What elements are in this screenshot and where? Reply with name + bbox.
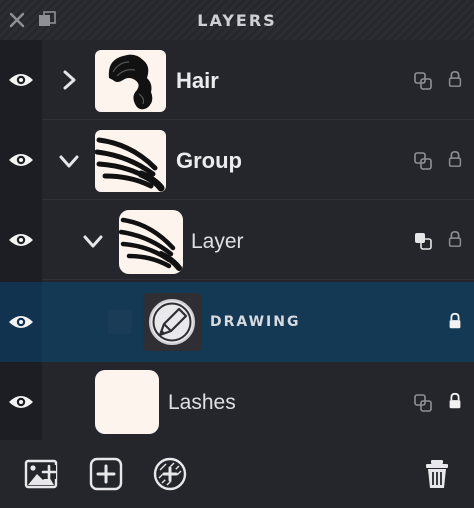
eye-icon: [9, 154, 33, 166]
layers-panel: LAYERS Hair Group Layer DRAWING Lashes: [0, 0, 474, 508]
panel-header: LAYERS: [0, 0, 474, 40]
layer-row-lashes[interactable]: Lashes: [0, 362, 474, 442]
layer-name: DRAWING: [210, 314, 301, 330]
layer-name: Lashes: [168, 391, 236, 414]
visibility-toggle[interactable]: [0, 120, 42, 200]
visibility-toggle[interactable]: [0, 282, 42, 362]
chevron-down-icon[interactable]: [58, 150, 80, 172]
layer-name: Hair: [176, 68, 219, 93]
unlock-icon[interactable]: [446, 230, 464, 248]
eye-icon: [9, 74, 33, 86]
add-group-icon[interactable]: [153, 457, 187, 491]
chevron-down-icon[interactable]: [82, 230, 104, 252]
eye-icon: [9, 234, 33, 246]
visibility-toggle[interactable]: [0, 40, 42, 120]
layer-thumbnail-group: [95, 130, 166, 192]
lashes-thumbnail-icon: [95, 137, 165, 192]
eye-icon: [9, 396, 33, 408]
row-divider: [42, 279, 474, 280]
layer-thumbnail-drawing: [143, 293, 201, 351]
layer-checkbox[interactable]: [108, 310, 132, 334]
unlock-icon[interactable]: [446, 70, 464, 88]
add-image-icon[interactable]: [24, 457, 58, 491]
layer-thumbnail-hair: [95, 50, 166, 112]
trash-icon[interactable]: [420, 457, 454, 491]
mask-layers-icon[interactable]: [414, 232, 432, 250]
layer-row-drawing[interactable]: DRAWING: [0, 282, 474, 362]
eye-icon: [9, 316, 33, 328]
lock-icon[interactable]: [446, 392, 464, 410]
visibility-toggle[interactable]: [0, 362, 42, 442]
pencil-icon: [149, 299, 195, 345]
layer-row-group[interactable]: Group: [0, 120, 474, 200]
lock-icon[interactable]: [446, 312, 464, 330]
link-layers-icon[interactable]: [414, 152, 432, 170]
link-layers-icon[interactable]: [414, 394, 432, 412]
lashes-thumbnail-icon: [119, 217, 182, 271]
layers-toolbar: [0, 440, 474, 508]
hair-thumbnail-icon: [108, 54, 153, 110]
layer-row-layer[interactable]: Layer: [0, 200, 474, 280]
layer-name: Layer: [191, 230, 244, 253]
chevron-right-icon[interactable]: [58, 69, 80, 91]
layer-row-hair[interactable]: Hair: [0, 40, 474, 120]
layer-name: Group: [176, 148, 242, 173]
panel-title: LAYERS: [197, 11, 277, 30]
link-layers-icon[interactable]: [414, 72, 432, 90]
layer-thumbnail-lashes: [95, 370, 159, 434]
visibility-toggle[interactable]: [0, 200, 42, 280]
layer-thumbnail-layer: [119, 210, 183, 274]
unlock-icon[interactable]: [446, 150, 464, 168]
add-layer-icon[interactable]: [89, 457, 123, 491]
